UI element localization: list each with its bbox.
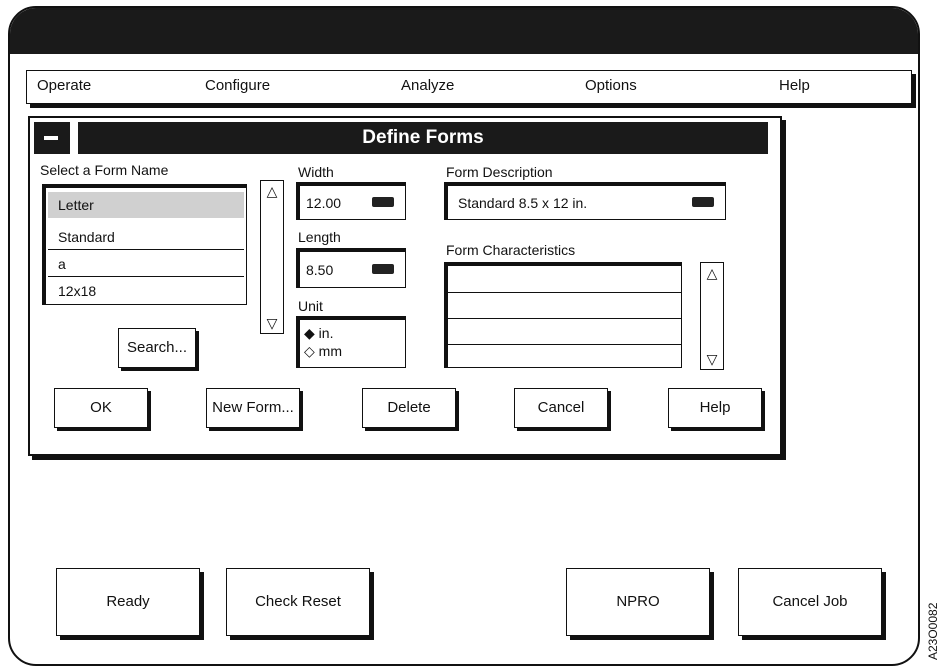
npro-button[interactable]: NPRO xyxy=(566,568,710,636)
system-menu-button[interactable] xyxy=(34,122,70,154)
check-reset-button[interactable]: Check Reset xyxy=(226,568,370,636)
unit-radio-group: ◆ in. ◇ mm xyxy=(296,316,406,368)
menu-configure[interactable]: Configure xyxy=(205,77,270,94)
length-label: Length xyxy=(298,229,341,245)
define-forms-dialog: Define Forms Select a Form Name Letter S… xyxy=(28,116,782,456)
unit-label: Unit xyxy=(298,298,323,314)
search-button[interactable]: Search... xyxy=(118,328,196,368)
scroll-up-icon[interactable]: △ xyxy=(703,265,721,281)
scroll-up-icon[interactable]: △ xyxy=(263,183,281,199)
keyboard-icon xyxy=(372,197,394,207)
title-bar xyxy=(10,8,918,54)
list-item[interactable] xyxy=(448,319,681,345)
length-field[interactable]: 8.50 xyxy=(296,248,406,288)
select-form-label: Select a Form Name xyxy=(40,162,169,178)
scroll-down-icon[interactable]: ▽ xyxy=(703,351,721,367)
scroll-down-icon[interactable]: ▽ xyxy=(263,315,281,331)
width-value: 12.00 xyxy=(306,195,342,211)
menu-options[interactable]: Options xyxy=(585,77,637,94)
form-characteristics-label: Form Characteristics xyxy=(446,242,576,258)
list-item[interactable] xyxy=(448,293,681,319)
unit-option-label: mm xyxy=(318,343,342,359)
menu-bar: Operate Configure Analyze Options Help xyxy=(26,70,912,104)
unit-option-mm[interactable]: ◇ mm xyxy=(304,342,405,360)
menu-help[interactable]: Help xyxy=(779,77,810,94)
ready-button[interactable]: Ready xyxy=(56,568,200,636)
form-list-scrollbar[interactable]: △ ▽ xyxy=(260,180,284,334)
form-description-field[interactable]: Standard 8.5 x 12 in. xyxy=(444,182,726,220)
minus-icon xyxy=(44,136,58,140)
keyboard-icon xyxy=(372,264,394,274)
list-item[interactable] xyxy=(448,345,681,369)
menu-operate[interactable]: Operate xyxy=(37,77,91,94)
figure-id: A23O0082 xyxy=(926,602,940,660)
new-form-button[interactable]: New Form... xyxy=(206,388,300,428)
ok-button[interactable]: OK xyxy=(54,388,148,428)
characteristics-scrollbar[interactable]: △ ▽ xyxy=(700,262,724,370)
list-item[interactable] xyxy=(448,266,681,293)
unit-option-label: in. xyxy=(318,325,334,341)
dialog-title: Define Forms xyxy=(78,122,768,154)
list-item[interactable]: Letter xyxy=(48,192,244,218)
radio-selected-icon: ◆ xyxy=(304,325,315,341)
list-item[interactable]: Standard xyxy=(48,224,244,250)
form-name-list[interactable]: Letter Standard a 12x18 xyxy=(42,184,247,305)
radio-unselected-icon: ◇ xyxy=(304,343,315,359)
width-label: Width xyxy=(298,164,334,180)
cancel-job-button[interactable]: Cancel Job xyxy=(738,568,882,636)
width-field[interactable]: 12.00 xyxy=(296,182,406,220)
list-item[interactable]: a xyxy=(48,251,244,277)
form-description-value: Standard 8.5 x 12 in. xyxy=(458,195,588,211)
cancel-button[interactable]: Cancel xyxy=(514,388,608,428)
form-description-label: Form Description xyxy=(446,164,553,180)
form-characteristics-list[interactable] xyxy=(444,262,682,368)
keyboard-icon xyxy=(692,197,714,207)
help-button[interactable]: Help xyxy=(668,388,762,428)
length-value: 8.50 xyxy=(306,262,334,278)
delete-button[interactable]: Delete xyxy=(362,388,456,428)
list-item[interactable]: 12x18 xyxy=(48,278,244,304)
menu-analyze[interactable]: Analyze xyxy=(401,77,454,94)
unit-option-in[interactable]: ◆ in. xyxy=(304,324,405,342)
